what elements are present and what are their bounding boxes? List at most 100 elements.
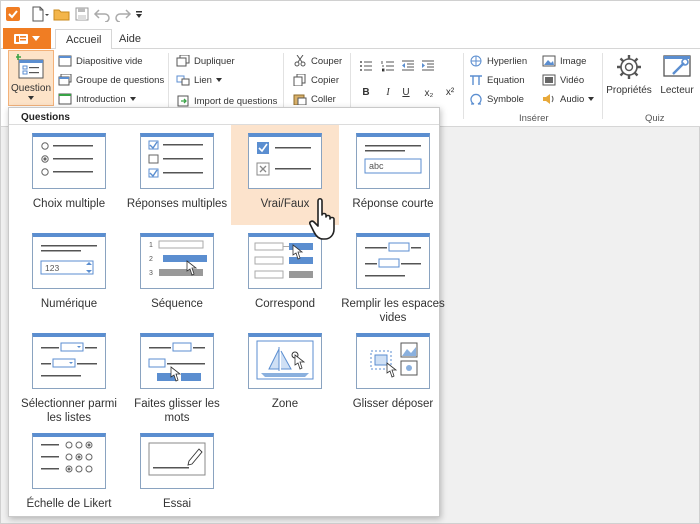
- video-button[interactable]: Vidéo: [542, 72, 584, 88]
- duplicate-button[interactable]: Dupliquer: [176, 53, 235, 69]
- open-folder-icon[interactable]: [53, 5, 71, 23]
- question-type-hotspot[interactable]: Zone: [231, 325, 339, 425]
- app-logo-icon: [5, 5, 21, 23]
- cut-button[interactable]: Couper: [293, 53, 342, 69]
- image-button[interactable]: Image: [542, 53, 586, 69]
- ribbon-tabs: Accueil Aide: [1, 27, 700, 50]
- link-button[interactable]: Lien: [176, 72, 222, 88]
- gear-icon: [617, 55, 641, 79]
- drag-drop-icon: [356, 333, 430, 389]
- introduction-button[interactable]: Introduction: [58, 91, 136, 107]
- quiz-group-label: Quiz: [645, 113, 665, 124]
- question-type-likert[interactable]: Échelle de Likert: [15, 425, 123, 515]
- quick-access-toolbar: [1, 1, 700, 27]
- audio-button[interactable]: Audio: [542, 91, 595, 107]
- globe-icon: [469, 55, 483, 67]
- question-type-sequence[interactable]: 1 2 3 Séquence: [123, 225, 231, 325]
- superscript-button[interactable]: x²: [443, 85, 457, 99]
- short-answer-icon: abc: [356, 133, 430, 189]
- hyperlink-button[interactable]: Hyperlien: [469, 53, 527, 69]
- seq-2-text: 2: [149, 256, 153, 263]
- questions-dropdown: Questions Choix multiple Réponses multip…: [8, 107, 445, 517]
- question-type-short-answer[interactable]: abc Réponse courte: [339, 125, 447, 225]
- sequence-icon: 1 2 3: [140, 233, 214, 289]
- paste-button[interactable]: Coller: [293, 91, 336, 107]
- undo-icon[interactable]: [93, 5, 111, 23]
- true-false-icon: [248, 133, 322, 189]
- player-settings-icon: [663, 55, 691, 77]
- speaker-icon: [542, 93, 556, 105]
- blank-slide-icon: [58, 55, 72, 67]
- drag-words-icon: [140, 333, 214, 389]
- ribbon-separator: [463, 53, 464, 119]
- video-icon: [542, 74, 556, 86]
- question-type-essay[interactable]: Essai: [123, 425, 231, 515]
- chevron-down-icon: [32, 35, 40, 41]
- question-type-select-lists[interactable]: Sélectionner parmi les listes: [15, 325, 123, 425]
- ribbon-separator: [602, 53, 603, 119]
- question-slide-icon: [16, 54, 44, 79]
- app-menu-button[interactable]: [3, 28, 51, 49]
- subscript-button[interactable]: x₂: [422, 86, 436, 100]
- question-type-drag-words[interactable]: Faites glisser les mots: [123, 325, 231, 425]
- properties-button[interactable]: Propriétés: [606, 52, 652, 96]
- question-type-numeric[interactable]: 123 Numérique: [15, 225, 123, 325]
- tab-home[interactable]: Accueil: [55, 29, 113, 50]
- question-group-icon: [58, 74, 72, 86]
- select-lists-icon: [32, 333, 106, 389]
- blank-slide-button[interactable]: Diapositive vide: [58, 53, 143, 69]
- fill-blanks-icon: [356, 233, 430, 289]
- question-type-drag-drop[interactable]: Glisser déposer: [339, 325, 447, 425]
- question-group-button[interactable]: Groupe de questions: [58, 72, 164, 88]
- image-icon: [542, 55, 556, 67]
- question-button[interactable]: Question: [8, 50, 54, 106]
- customize-toolbar-icon[interactable]: [135, 5, 143, 23]
- scissors-icon: [293, 55, 307, 67]
- hand-cursor-icon: [309, 197, 335, 240]
- duplicate-icon: [176, 55, 190, 67]
- increase-indent-icon[interactable]: [421, 59, 435, 73]
- pi-icon: [469, 74, 483, 86]
- insert-group-label: Insérer: [519, 113, 549, 124]
- chevron-down-icon: [215, 78, 222, 82]
- introduction-icon: [58, 93, 72, 105]
- new-file-icon[interactable]: [30, 5, 50, 23]
- likert-icon: [32, 433, 106, 489]
- app-window: Accueil Aide Question Diapositive vide G…: [0, 0, 700, 524]
- symbol-button[interactable]: Symbole: [469, 91, 524, 107]
- chevron-down-icon: [28, 96, 34, 100]
- question-button-label: Question: [10, 83, 52, 94]
- numeric-icon: 123: [32, 233, 106, 289]
- player-button[interactable]: Lecteur: [657, 52, 697, 96]
- copy-icon: [293, 74, 307, 86]
- underline-button[interactable]: U: [399, 85, 413, 99]
- seq-1-text: 1: [149, 242, 153, 249]
- essay-icon: [140, 433, 214, 489]
- menu-icon: [14, 33, 28, 44]
- tab-help[interactable]: Aide: [109, 29, 151, 50]
- import-icon: [176, 95, 190, 107]
- bullet-list-icon[interactable]: [359, 59, 373, 73]
- question-type-multiple-response[interactable]: Réponses multiples: [123, 125, 231, 225]
- bold-button[interactable]: B: [359, 85, 373, 99]
- decrease-indent-icon[interactable]: [401, 59, 415, 73]
- paste-icon: [293, 93, 307, 105]
- seq-3-text: 3: [149, 270, 153, 277]
- omega-icon: [469, 93, 483, 105]
- equation-button[interactable]: Equation: [469, 72, 525, 88]
- chevron-down-icon: [129, 97, 136, 101]
- abc-text: abc: [369, 161, 384, 171]
- question-type-multiple-choice[interactable]: Choix multiple: [15, 125, 123, 225]
- chevron-down-icon: [588, 97, 595, 101]
- question-type-fill-blanks[interactable]: Remplir les espaces vides: [339, 225, 447, 325]
- multiple-response-icon: [140, 133, 214, 189]
- hotspot-icon: [248, 333, 322, 389]
- italic-button[interactable]: I: [381, 85, 395, 99]
- save-icon[interactable]: [74, 5, 90, 23]
- copy-button[interactable]: Copier: [293, 72, 339, 88]
- numbered-list-icon[interactable]: [381, 59, 395, 73]
- redo-icon[interactable]: [114, 5, 132, 23]
- multiple-choice-icon: [32, 133, 106, 189]
- number-text: 123: [45, 263, 59, 273]
- panel-title: Questions: [21, 112, 70, 123]
